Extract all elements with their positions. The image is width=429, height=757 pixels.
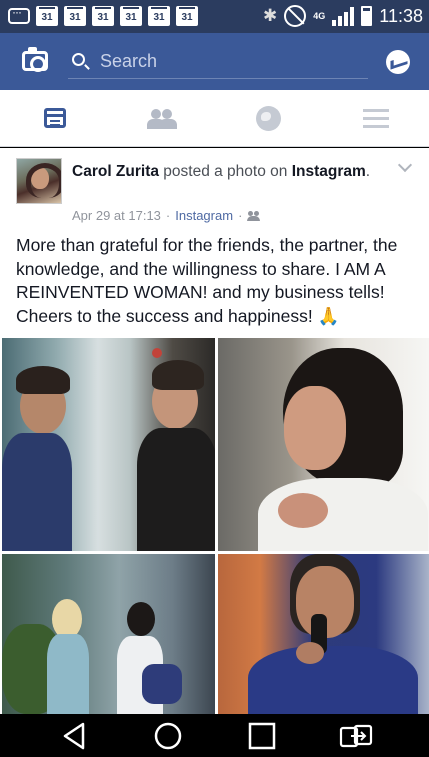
mute-icon [284,5,307,27]
chevron-down-icon[interactable] [397,157,413,173]
globe-icon [256,106,281,131]
friends-icon [147,107,177,131]
meta-separator: · [165,208,171,223]
signal-icon [332,6,355,26]
tab-notifications[interactable] [214,90,321,147]
post-photo[interactable] [218,338,429,551]
tab-menu[interactable] [321,90,428,147]
calendar-notification-icon: 31 [64,6,86,26]
post-action: posted a photo on [158,163,292,180]
meta-separator: · [238,208,243,223]
messenger-icon[interactable] [386,50,410,74]
post-meta: Apr 29 at 17:13 · Instagram · [72,208,261,223]
post-photo[interactable] [2,554,215,714]
battery-icon [361,6,373,26]
switch-sim-icon[interactable] [335,716,379,756]
chat-notification-icon [8,5,30,24]
camera-icon[interactable] [22,47,48,72]
post-text: More than grateful for the friends, the … [16,235,398,326]
friends-audience-icon [247,210,261,221]
news-feed: Carol Zurita posted a photo on Instagram… [0,148,429,714]
post-photo[interactable] [2,338,215,551]
post-timestamp[interactable]: Apr 29 at 17:13 [72,208,161,223]
app-bar: Search [0,33,429,90]
clock: 11:38 [379,5,423,26]
author-name[interactable]: Carol Zurita [72,163,159,180]
news-feed-icon [44,108,66,128]
home-icon[interactable] [148,716,188,756]
page-link[interactable]: Instagram [292,163,366,180]
avatar[interactable] [16,158,62,204]
post-action-suffix: . [365,163,371,180]
tab-news-feed[interactable] [0,90,107,147]
recent-apps-icon[interactable] [242,716,282,756]
calendar-notification-icon: 31 [176,6,198,26]
calendar-notification-icon: 31 [92,6,114,26]
back-icon[interactable] [55,716,95,756]
search-bar[interactable]: Search [68,45,368,79]
post-source[interactable]: Instagram [175,208,233,223]
calendar-notification-icon: 31 [36,6,58,26]
search-icon [72,53,85,66]
calendar-notification-icon: 31 [120,6,142,26]
bluetooth-icon: ✱ [263,6,278,25]
calendar-notification-icon: 31 [148,6,170,26]
post-header: Carol Zurita posted a photo on Instagram… [72,162,392,182]
tab-bar [0,90,429,147]
network-type-icon: 4G [313,10,326,21]
menu-icon [363,109,389,129]
status-bar: 31 31 31 31 31 31 ✱ 4G 11:38 [0,0,429,33]
post-photo[interactable] [218,554,429,714]
system-nav-bar [0,714,429,757]
tab-friend-requests[interactable] [107,90,214,147]
search-input[interactable]: Search [100,51,157,72]
